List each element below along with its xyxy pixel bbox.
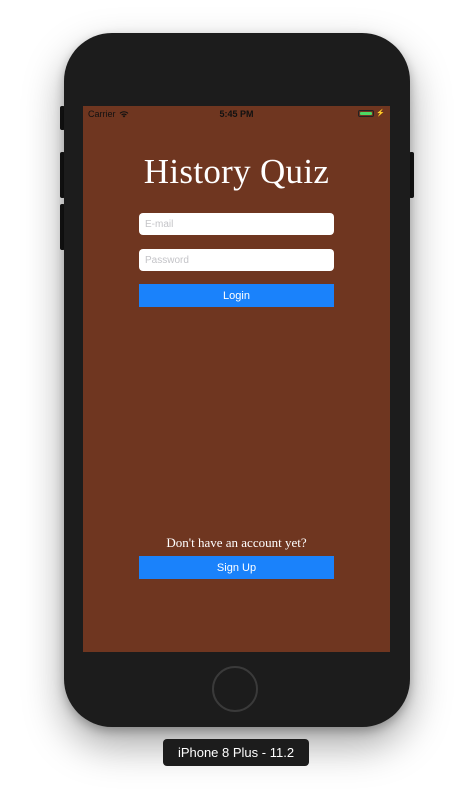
signup-prompt: Don't have an account yet? xyxy=(166,535,307,550)
email-field[interactable] xyxy=(139,213,334,235)
home-button[interactable] xyxy=(212,666,258,712)
battery-indicator: ⚡ xyxy=(358,110,385,117)
device-label: iPhone 8 Plus - 11.2 xyxy=(163,739,309,766)
app-title: History Quiz xyxy=(143,152,330,191)
simulator-window: Carrier 5:45 PM ⚡ History Quiz Login Don… xyxy=(0,0,473,808)
app-screen: Carrier 5:45 PM ⚡ History Quiz Login Don… xyxy=(83,106,390,652)
password-field[interactable] xyxy=(139,249,334,271)
battery-icon xyxy=(358,110,375,117)
battery-fill xyxy=(360,112,373,115)
status-bar: Carrier 5:45 PM ⚡ xyxy=(83,106,390,124)
signup-button[interactable]: Sign Up xyxy=(139,556,334,579)
login-button[interactable]: Login xyxy=(139,284,334,307)
status-time: 5:45 PM xyxy=(219,109,254,119)
bolt-icon: ⚡ xyxy=(376,110,385,117)
